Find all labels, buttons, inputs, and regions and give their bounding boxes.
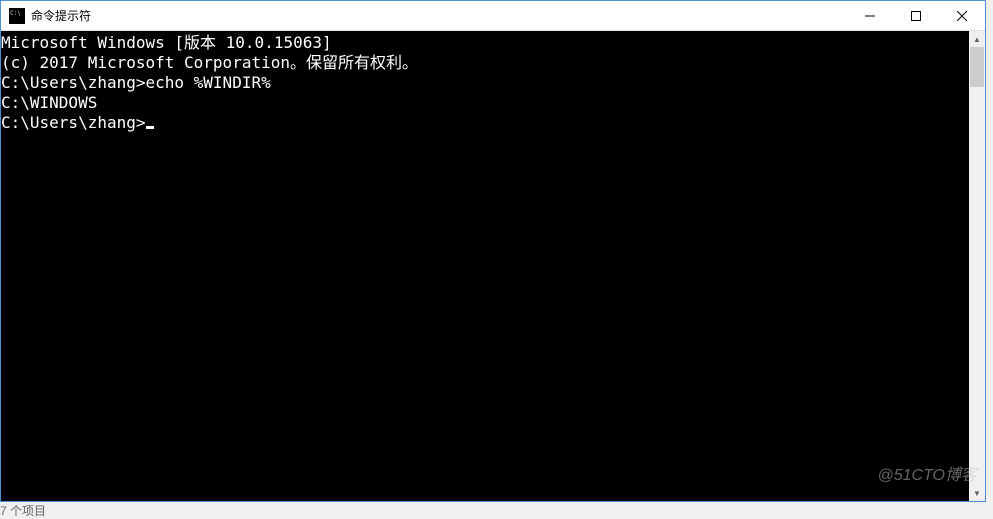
cursor — [146, 126, 154, 129]
terminal-line: C:\Users\zhang> — [1, 113, 969, 133]
terminal-output[interactable]: Microsoft Windows [版本 10.0.15063](c) 201… — [1, 31, 969, 501]
command-prompt-window: 命令提示符 Microsoft Windows [版本 10.0.15063](… — [0, 0, 986, 502]
terminal-line: Microsoft Windows [版本 10.0.15063] — [1, 33, 969, 53]
scroll-up-button[interactable]: ▲ — [969, 31, 985, 47]
terminal-line: (c) 2017 Microsoft Corporation。保留所有权利。 — [1, 53, 969, 73]
footer-status: 7 个项目 — [0, 502, 46, 519]
close-icon — [957, 11, 967, 21]
terminal-line: C:\WINDOWS — [1, 93, 969, 113]
window-controls — [847, 1, 985, 30]
minimize-button[interactable] — [847, 1, 893, 30]
scrollbar-thumb[interactable] — [970, 47, 984, 87]
maximize-icon — [911, 11, 921, 21]
close-button[interactable] — [939, 1, 985, 30]
vertical-scrollbar[interactable]: ▲ ▼ — [969, 31, 985, 501]
maximize-button[interactable] — [893, 1, 939, 30]
titlebar[interactable]: 命令提示符 — [1, 1, 985, 31]
scroll-down-button[interactable]: ▼ — [969, 485, 985, 501]
minimize-icon — [865, 11, 875, 21]
terminal-line: C:\Users\zhang>echo %WINDIR% — [1, 73, 969, 93]
window-title: 命令提示符 — [31, 7, 847, 24]
cmd-icon — [9, 8, 25, 24]
terminal-area: Microsoft Windows [版本 10.0.15063](c) 201… — [1, 31, 985, 501]
